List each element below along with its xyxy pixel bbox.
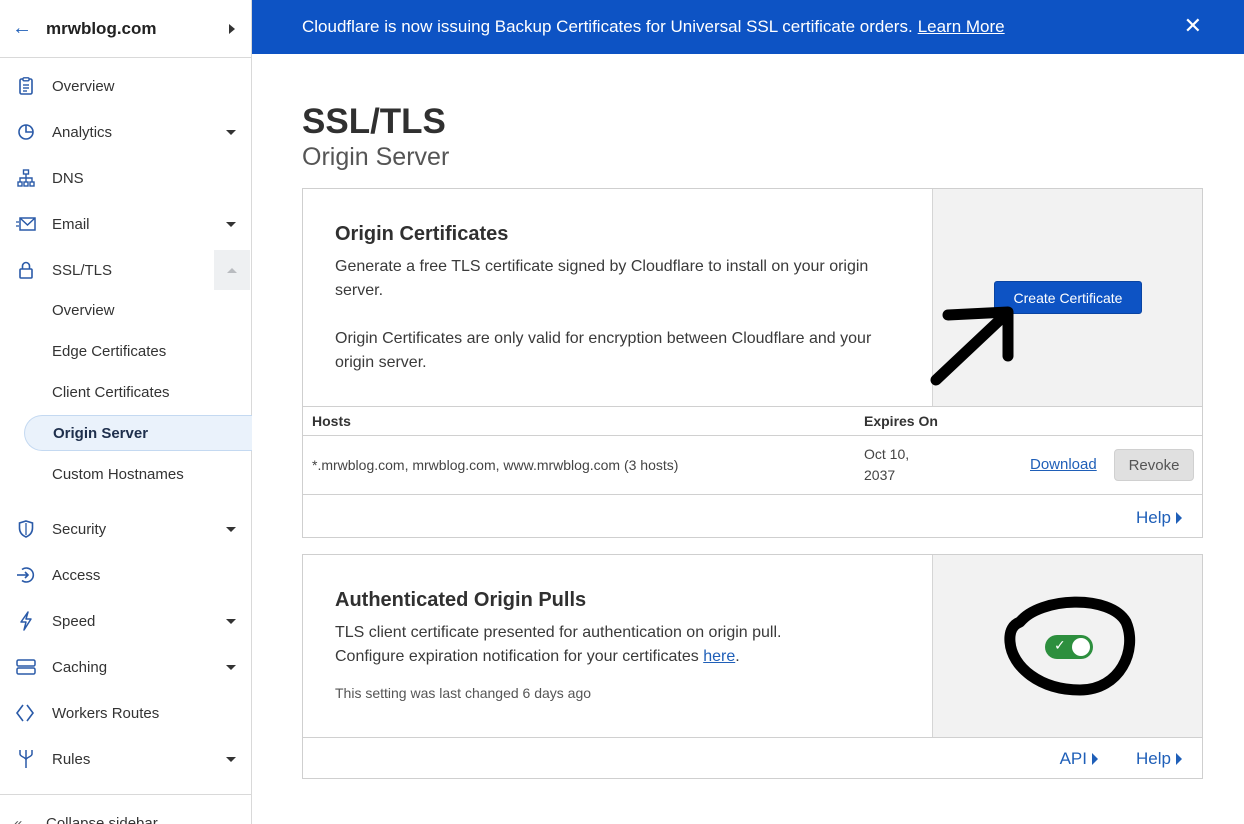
chevron-up-button[interactable] xyxy=(214,250,250,290)
sidebar-item-workers-routes[interactable]: Workers Routes xyxy=(0,693,251,733)
card-description: Generate a free TLS certificate signed b… xyxy=(335,258,869,299)
sidebar-header: ← mrwblog.com xyxy=(0,0,251,58)
learn-more-link[interactable]: Learn More xyxy=(918,17,1005,37)
sidebar-subitem-overview[interactable]: Overview xyxy=(24,292,252,328)
sidebar-item-overview[interactable]: Overview xyxy=(0,66,251,106)
caret-right-icon xyxy=(1092,753,1098,765)
sidebar: ← mrwblog.com Overview Analytics DNS Ema… xyxy=(0,0,252,824)
shield-icon xyxy=(16,519,36,539)
annotation-circle-icon xyxy=(1004,596,1136,696)
chevron-down-icon[interactable] xyxy=(226,664,236,670)
chevron-up-icon xyxy=(227,267,237,273)
here-link[interactable]: here xyxy=(703,648,735,665)
card-footer-divider xyxy=(303,737,1202,738)
back-arrow-icon[interactable]: ← xyxy=(12,17,46,40)
fork-icon xyxy=(16,749,36,769)
workers-icon xyxy=(16,703,36,723)
caret-right-icon xyxy=(1176,512,1182,524)
sidebar-item-label: Rules xyxy=(52,750,91,768)
banner-text: Cloudflare is now issuing Backup Certifi… xyxy=(302,17,913,36)
chevron-down-icon[interactable] xyxy=(226,756,236,762)
origin-certificates-card: Create Certificate Origin Certificates G… xyxy=(302,188,1203,538)
caret-right-icon[interactable] xyxy=(229,23,235,34)
page-title: SSL/TLS xyxy=(302,102,446,141)
annotation-arrow-icon xyxy=(930,306,1014,386)
sidebar-item-analytics[interactable]: Analytics xyxy=(0,112,251,152)
sitemap-icon xyxy=(16,168,36,188)
desc-suffix: . xyxy=(735,648,740,665)
sidebar-item-label: Security xyxy=(52,520,107,538)
help-link[interactable]: Help xyxy=(1136,508,1182,528)
table-row: *.mrwblog.com, mrwblog.com, www.mrwblog.… xyxy=(303,436,1202,495)
cell-expires-line2: 2037 xyxy=(864,467,896,483)
card-description-2: Configure expiration notification for yo… xyxy=(335,645,895,669)
help-link-label: Help xyxy=(1136,749,1171,768)
sidebar-item-label: Speed xyxy=(52,612,96,630)
page-subtitle: Origin Server xyxy=(302,143,450,171)
sidebar-item-label: SSL/TLS xyxy=(52,261,113,279)
sidebar-item-label: Workers Routes xyxy=(52,704,160,722)
sidebar-item-label: Analytics xyxy=(52,123,113,141)
sidebar-item-label: Caching xyxy=(52,658,108,676)
double-chevron-left-icon: « xyxy=(14,815,23,824)
access-icon xyxy=(16,565,36,585)
sidebar-item-label: DNS xyxy=(52,169,84,187)
last-changed-text: This setting was last changed 6 days ago xyxy=(335,685,592,701)
revoke-button[interactable]: Revoke xyxy=(1114,449,1194,481)
cell-expires-line1: Oct 10, xyxy=(864,446,910,462)
pie-chart-icon xyxy=(16,122,36,142)
sidebar-item-access[interactable]: Access xyxy=(0,555,251,595)
column-header-hosts: Hosts xyxy=(312,413,351,429)
sidebar-subitem-edge-certificates[interactable]: Edge Certificates xyxy=(24,333,252,369)
sidebar-item-label: Overview xyxy=(52,77,115,95)
column-header-expires: Expires On xyxy=(864,413,938,429)
sidebar-subitem-custom-hostnames[interactable]: Custom Hostnames xyxy=(24,456,252,492)
help-link[interactable]: Help xyxy=(1136,749,1182,769)
sidebar-item-label: Email xyxy=(52,215,90,233)
close-icon[interactable]: ✕ xyxy=(1184,14,1202,38)
sidebar-item-security[interactable]: Security xyxy=(0,509,251,549)
sidebar-item-speed[interactable]: Speed xyxy=(0,601,251,641)
clipboard-icon xyxy=(16,76,36,96)
card-title: Authenticated Origin Pulls xyxy=(335,589,587,611)
sidebar-item-label: Access xyxy=(52,566,101,584)
table-header: Hosts Expires On xyxy=(303,406,1202,436)
sidebar-subitem-origin-server[interactable]: Origin Server xyxy=(24,415,252,451)
collapse-sidebar[interactable]: « Collapse sidebar xyxy=(0,794,251,824)
card-description-2: Origin Certificates are only valid for e… xyxy=(335,330,872,371)
sidebar-item-caching[interactable]: Caching xyxy=(0,647,251,687)
chevron-down-icon[interactable] xyxy=(226,618,236,624)
chevron-down-icon[interactable] xyxy=(226,526,236,532)
sidebar-item-ssl-tls[interactable]: SSL/TLS xyxy=(0,250,251,290)
sidebar-subitem-client-certificates[interactable]: Client Certificates xyxy=(24,374,252,410)
lock-icon xyxy=(16,260,36,280)
chevron-down-icon[interactable] xyxy=(226,129,236,135)
card-title: Origin Certificates xyxy=(335,223,509,245)
sidebar-item-email[interactable]: Email xyxy=(0,204,251,244)
announcement-banner: Cloudflare is now issuing Backup Certifi… xyxy=(252,0,1244,54)
chevron-down-icon[interactable] xyxy=(226,221,236,227)
domain-name[interactable]: mrwblog.com xyxy=(46,19,229,39)
sidebar-item-rules[interactable]: Rules xyxy=(0,739,251,779)
envelope-icon xyxy=(16,214,36,234)
caret-right-icon xyxy=(1176,753,1182,765)
download-link[interactable]: Download xyxy=(1030,456,1097,473)
cell-hosts: *.mrwblog.com, mrwblog.com, www.mrwblog.… xyxy=(312,457,679,473)
sidebar-item-dns[interactable]: DNS xyxy=(0,158,251,198)
api-link[interactable]: API xyxy=(1060,749,1098,769)
api-link-label: API xyxy=(1059,749,1087,768)
server-stack-icon xyxy=(16,657,36,677)
help-link-label: Help xyxy=(1136,508,1171,527)
card-description: TLS client certificate presented for aut… xyxy=(335,624,782,641)
collapse-sidebar-label: Collapse sidebar xyxy=(46,815,158,824)
certificates-table: Hosts Expires On *.mrwblog.com, mrwblog.… xyxy=(303,406,1202,495)
desc-text: Configure expiration notification for yo… xyxy=(335,648,699,665)
lightning-icon xyxy=(16,611,36,631)
